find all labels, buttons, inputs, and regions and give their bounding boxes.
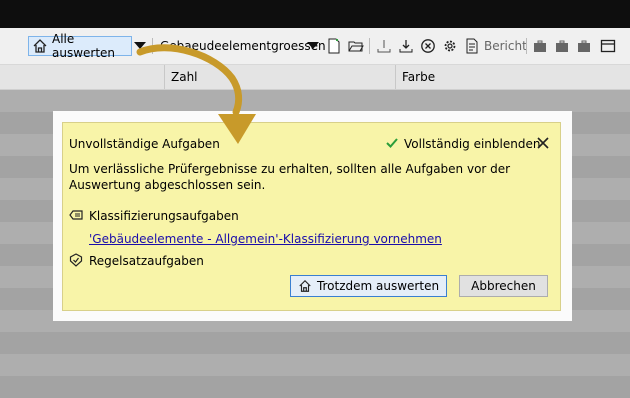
- window-layout-icon[interactable]: [599, 37, 617, 55]
- incomplete-tasks-panel: Unvollständige Aufgaben Vollständig einb…: [62, 122, 561, 311]
- toolbar-separator: [526, 38, 527, 54]
- house-icon: [32, 38, 48, 54]
- cancel-circle-icon[interactable]: [419, 37, 437, 55]
- report-label[interactable]: Bericht: [484, 39, 527, 53]
- ruleset-heading: Regelsatzaufgaben: [89, 254, 204, 268]
- briefcase-icon[interactable]: [531, 37, 549, 55]
- evaluate-dropdown-arrow[interactable]: [134, 42, 146, 49]
- close-icon[interactable]: [535, 135, 551, 154]
- evaluate-anyway-button[interactable]: Trotzdem auswerten: [290, 275, 447, 297]
- classification-task-link[interactable]: 'Gebäudeelemente - Allgemein'-Klassifizi…: [89, 232, 442, 246]
- classification-tag-icon: [69, 209, 83, 224]
- briefcase-icon[interactable]: [575, 37, 593, 55]
- house-icon: [298, 279, 312, 293]
- upload-icon[interactable]: [375, 37, 393, 55]
- checkmark-icon: [385, 136, 399, 153]
- report-icon[interactable]: [463, 37, 481, 55]
- new-document-icon[interactable]: [325, 37, 343, 55]
- toolbar-separator: [369, 38, 370, 54]
- toolbar-separator: [152, 38, 153, 54]
- evaluate-anyway-label: Trotzdem auswerten: [316, 279, 440, 293]
- gear-icon[interactable]: [441, 37, 459, 55]
- download-icon[interactable]: [397, 37, 415, 55]
- groups-dropdown-arrow[interactable]: [307, 42, 319, 49]
- evaluate-all-label: Alle auswerten: [52, 32, 116, 60]
- dialog-message: Um verlässliche Prüfergebnisse zu erhalt…: [69, 162, 511, 192]
- toolbar: Alle auswerten Gebaeudeelementgroessen B…: [0, 28, 630, 65]
- show-all-link[interactable]: Vollständig einblenden: [404, 137, 540, 151]
- table-row: [0, 90, 630, 112]
- table-row: [0, 354, 630, 376]
- cancel-label: Abbrechen: [471, 279, 536, 293]
- table-header: Zahl Farbe: [0, 65, 630, 90]
- evaluate-all-button[interactable]: Alle auswerten: [28, 32, 132, 60]
- column-header-zahl[interactable]: Zahl: [165, 65, 198, 89]
- cancel-button[interactable]: Abbrechen: [459, 275, 548, 297]
- classification-heading: Klassifizierungsaufgaben: [89, 209, 239, 223]
- column-header-farbe[interactable]: Farbe: [396, 65, 435, 89]
- table-row: [0, 376, 630, 398]
- table-row: [0, 332, 630, 354]
- open-folder-icon[interactable]: [347, 37, 365, 55]
- ruleset-shield-icon: [69, 253, 83, 270]
- briefcase-icon[interactable]: [553, 37, 571, 55]
- groups-dropdown-label[interactable]: Gebaeudeelementgroessen: [160, 39, 326, 53]
- window-top-strip: [0, 0, 630, 28]
- dialog-title: Unvollständige Aufgaben: [69, 137, 220, 151]
